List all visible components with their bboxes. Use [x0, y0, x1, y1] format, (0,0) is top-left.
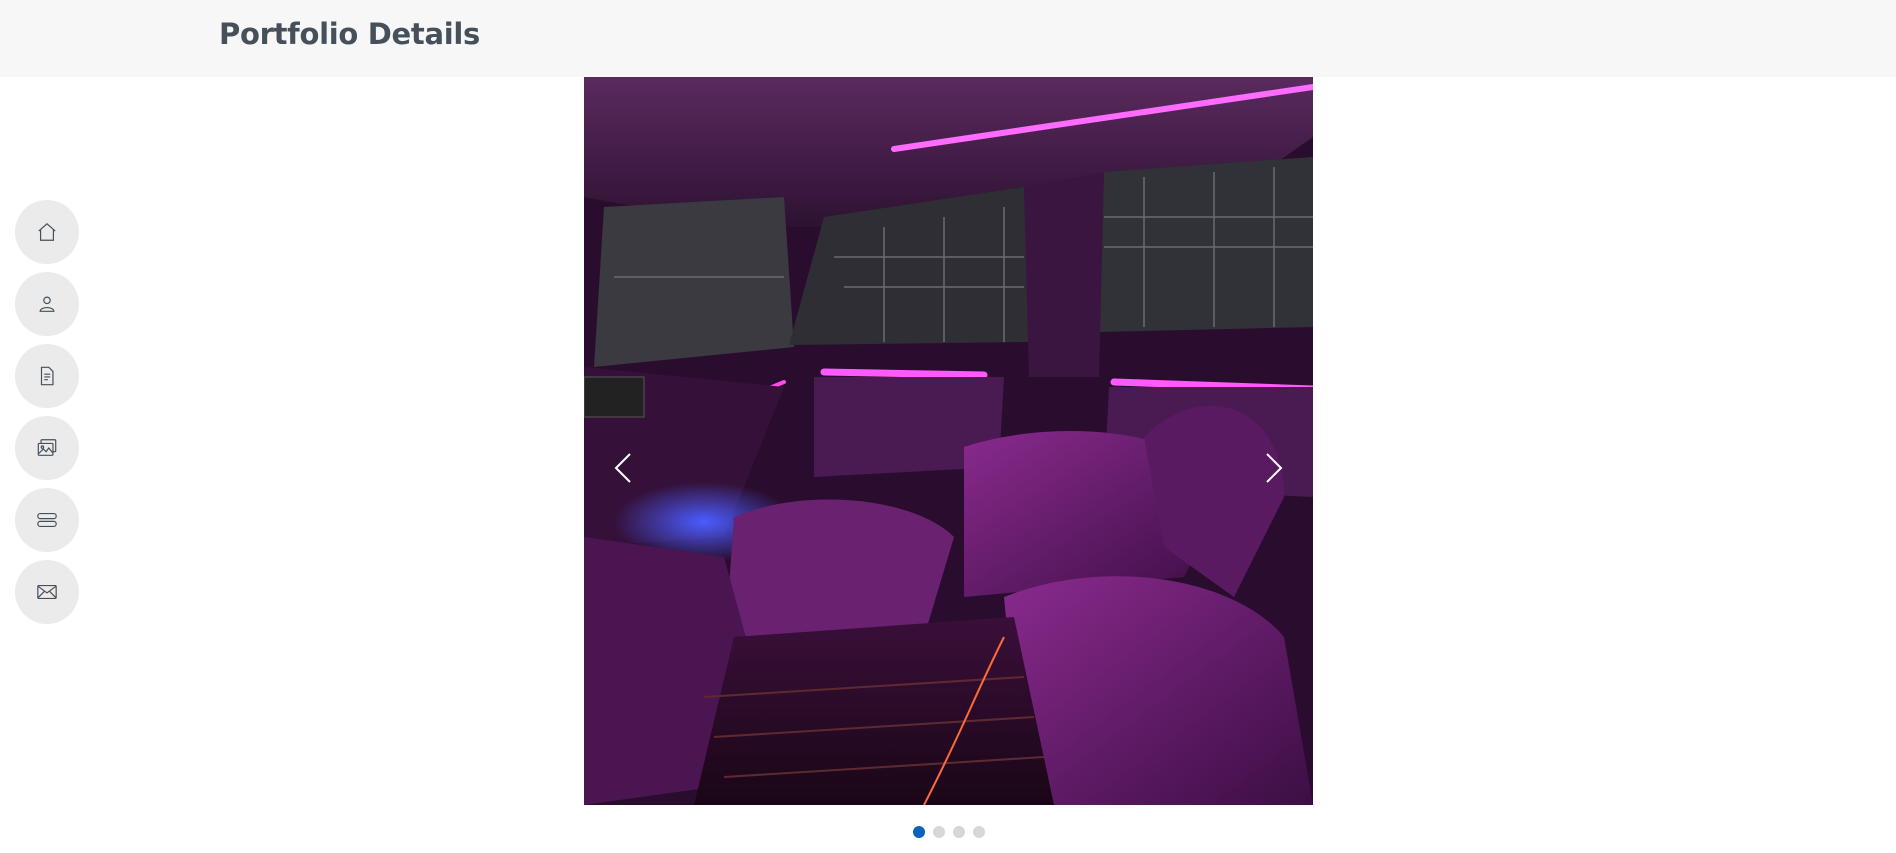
slider-pagination [913, 826, 985, 838]
nav-portfolio[interactable] [15, 416, 79, 480]
file-text-icon [40, 366, 54, 386]
portfolio-image [584, 77, 1313, 805]
page-header: Portfolio Details [0, 0, 1896, 77]
slider-prev-button[interactable] [605, 443, 641, 493]
nav-services[interactable] [15, 488, 79, 552]
envelope-icon [37, 584, 57, 600]
chevron-left-icon [614, 453, 631, 483]
pagination-dot-3[interactable] [953, 826, 965, 838]
nav-home[interactable] [15, 200, 79, 264]
person-icon [39, 296, 55, 312]
nav-about[interactable] [15, 272, 79, 336]
pagination-dot-2[interactable] [933, 826, 945, 838]
images-icon [37, 439, 57, 456]
home-icon [38, 222, 56, 241]
portfolio-image-slider[interactable] [584, 77, 1313, 805]
pagination-dot-4[interactable] [973, 826, 985, 838]
pagination-dot-1[interactable] [913, 826, 925, 838]
nav-resume[interactable] [15, 344, 79, 408]
page-title: Portfolio Details [219, 17, 480, 51]
server-icon [37, 512, 57, 528]
slider-next-button[interactable] [1256, 443, 1292, 493]
chevron-right-icon [1266, 453, 1283, 483]
nav-contact[interactable] [15, 560, 79, 624]
side-nav [15, 200, 79, 632]
